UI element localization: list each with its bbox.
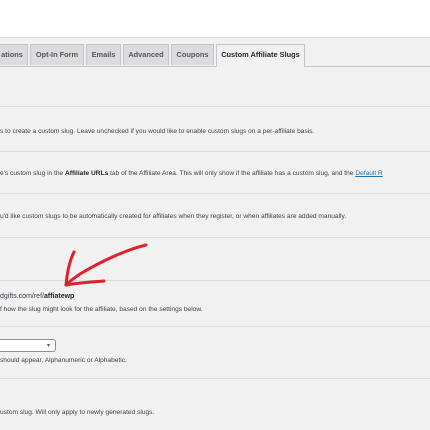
row-divider — [0, 237, 430, 238]
row-divider — [0, 280, 430, 281]
auto-create-description: u'd like custom slugs to be automaticall… — [0, 213, 347, 220]
row-divider — [0, 326, 430, 327]
custom-slug-description: s to create a custom slug. Leave uncheck… — [0, 128, 315, 135]
chevron-down-icon: ▾ — [46, 343, 50, 349]
row-divider — [0, 151, 430, 152]
tab-coupons[interactable]: Coupons — [171, 44, 214, 65]
tab-emails[interactable]: Emails — [86, 44, 121, 65]
admin-top-bar — [0, 0, 430, 38]
row-divider — [0, 106, 430, 107]
row-divider — [0, 193, 430, 194]
tab-integrations[interactable]: ations — [0, 44, 28, 65]
example-url: dgifts.com/ref/affiatewp — [0, 293, 75, 300]
tab-custom-affiliate-slugs[interactable]: Custom Affiliate Slugs — [216, 44, 305, 67]
character-type-description: should appear, Alphanumeric or Alphabeti… — [0, 357, 127, 364]
tab-opt-in-form[interactable]: Opt-In Form — [30, 44, 84, 65]
example-url-description: f how the slug might look for the affili… — [0, 306, 203, 313]
show-slug-description: e's custom slug in the Affiliate URLs ta… — [0, 170, 383, 177]
settings-tabs: ations Opt-In Form Emails Advanced Coupo… — [0, 44, 430, 67]
tab-advanced[interactable]: Advanced — [123, 44, 169, 65]
character-type-select[interactable]: ▾ — [0, 339, 56, 352]
row-divider — [0, 378, 430, 379]
default-referral-link[interactable]: Default R — [355, 170, 383, 177]
slug-length-description: ustom slug. Will only apply to newly gen… — [0, 409, 155, 416]
